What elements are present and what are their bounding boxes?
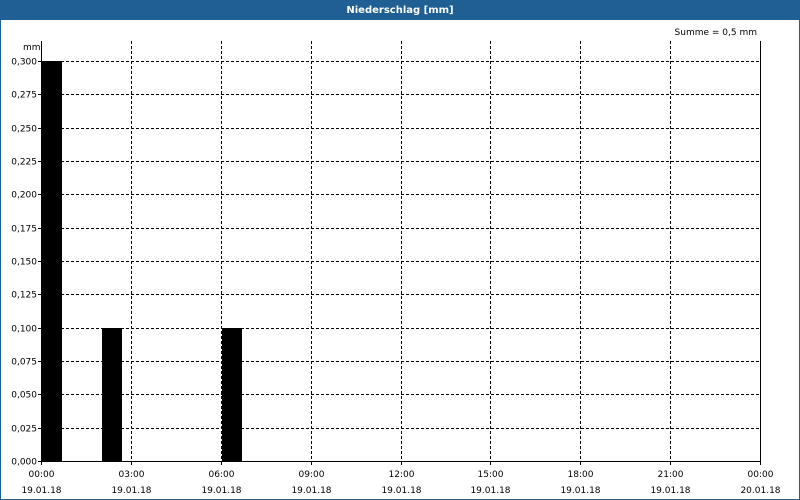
x-tick-date-label: 19.01.18	[201, 486, 241, 496]
axes	[38, 41, 761, 465]
x-tick-date-label: 19.01.18	[291, 486, 331, 496]
x-tick-date-label: 19.01.18	[650, 486, 690, 496]
y-tick-label: 0,200	[11, 191, 37, 201]
x-tick-time-label: 00:00	[748, 470, 774, 480]
sum-annotation: Summe = 0,5 mm	[675, 28, 757, 38]
x-tick-date-label: 19.01.18	[381, 486, 421, 496]
x-tick-time-label: 21:00	[658, 470, 684, 480]
precipitation-bar	[42, 61, 62, 461]
x-tick-date-label: 19.01.18	[111, 486, 151, 496]
x-tick-date-label: 19.01.18	[470, 486, 510, 496]
y-tick-label: 0,300	[11, 58, 37, 68]
y-tick-label: 0,175	[11, 225, 37, 235]
x-tick-date-label: 20.01.18	[740, 486, 780, 496]
y-tick-label: 0,050	[11, 391, 37, 401]
precipitation-bar	[102, 328, 122, 461]
y-tick-label: 0,125	[11, 291, 37, 301]
x-tick-date-label: 19.01.18	[560, 486, 600, 496]
precipitation-bar	[222, 328, 242, 461]
x-tick-time-label: 09:00	[299, 470, 325, 480]
y-tick-label: 0,000	[11, 458, 37, 468]
x-tick-date-label: 19.01.18	[21, 486, 61, 496]
x-tick-time-label: 03:00	[119, 470, 145, 480]
y-tick-label: 0,025	[11, 425, 37, 435]
y-tick-label: 0,075	[11, 358, 37, 368]
x-tick-time-label: 15:00	[478, 470, 504, 480]
tick-labels: 0,000 0,025 0,050 0,075 0,100 0,125 0,150 0,175…	[11, 58, 781, 497]
x-tick-time-label: 00:00	[29, 470, 55, 480]
y-tick-label: 0,100	[11, 325, 37, 335]
y-tick-label: 0,150	[11, 258, 37, 268]
grid-lines	[41, 41, 760, 461]
y-unit-label: mm	[23, 43, 41, 53]
x-tick-time-label: 18:00	[568, 470, 594, 480]
precipitation-chart: 0,000 0,025 0,050 0,075 0,100 0,125 0,150 0,175…	[11, 28, 781, 497]
y-tick-label: 0,225	[11, 158, 37, 168]
y-tick-label: 0,250	[11, 125, 37, 135]
x-tick-time-label: 12:00	[389, 470, 415, 480]
y-tick-label: 0,275	[11, 91, 37, 101]
x-tick-time-label: 06:00	[209, 470, 235, 480]
chart-window: Niederschlag [mm] 0,000 0,025 0,050 0,075 0,…	[0, 0, 800, 500]
